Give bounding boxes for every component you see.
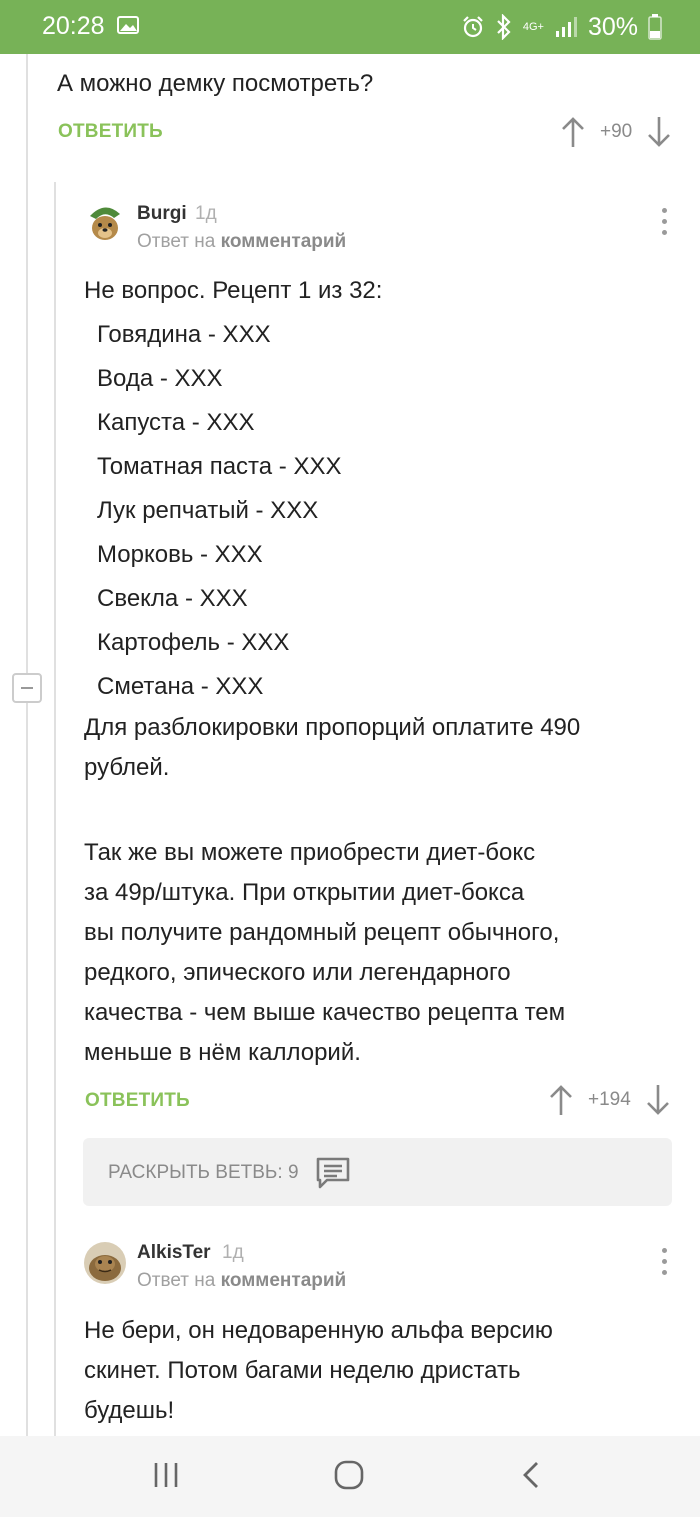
thread-line-inner (54, 182, 56, 1436)
vote-score: +90 (600, 121, 633, 142)
box-line: качества - чем выше качество рецепта тем (84, 999, 566, 1026)
network-type: 4G+ (522, 20, 544, 33)
box-line: за 49р/штука. При открытии диет-бокса (84, 879, 525, 906)
parent-comment-text: А можно демку посмотреть? (57, 70, 374, 97)
comment-line: скинет. Потом багами неделю дристать (84, 1357, 521, 1384)
collapse-thread-button[interactable] (12, 673, 42, 703)
comments-icon (316, 1157, 350, 1189)
box-line: редкого, эпического или легендарного (84, 959, 511, 986)
thread-line-outer-lower (26, 703, 28, 1436)
image-icon (117, 16, 139, 34)
comment-intro: Не вопрос. Рецепт 1 из 32: (84, 277, 383, 304)
reply-to-prefix: Ответ на (137, 231, 216, 252)
box-line: Так же вы можете приобрести диет-бокс (84, 839, 536, 866)
vote-controls: +194 (548, 1080, 671, 1120)
comment-author[interactable]: AlkisTer (137, 1242, 211, 1264)
unlock-line: рублей. (84, 754, 170, 781)
avatar[interactable] (84, 202, 126, 244)
more-options-icon[interactable] (660, 1248, 668, 1278)
box-line: вы получите рандомный рецепт обычного, (84, 919, 560, 946)
upvote-icon[interactable] (548, 1083, 574, 1117)
ingredient-item: Свекла - ХХХ (97, 585, 248, 612)
ingredient-item: Морковь - ХХХ (97, 541, 263, 568)
expand-branch-label: РАСКРЫТЬ ВЕТВЬ: 9 (108, 1162, 299, 1183)
home-icon[interactable] (334, 1460, 364, 1490)
reply-button[interactable]: ОТВЕТИТЬ (85, 1090, 190, 1112)
comment-author[interactable]: Burgi (137, 203, 187, 225)
ingredient-item: Картофель - ХХХ (97, 629, 290, 656)
ingredient-item: Говядина - ХХХ (97, 321, 271, 348)
avatar[interactable] (84, 1242, 126, 1284)
battery-icon (648, 14, 662, 40)
status-time: 20:28 (42, 12, 105, 40)
signal-icon (555, 17, 577, 37)
reply-to-prefix: Ответ на (137, 1270, 216, 1291)
alarm-icon (463, 16, 483, 38)
reply-button[interactable]: ОТВЕТИТЬ (58, 121, 163, 143)
reply-to-link[interactable]: комментарий (221, 231, 347, 252)
ingredient-item: Сметана - ХХХ (97, 673, 264, 700)
reply-to-link[interactable]: комментарий (221, 1270, 347, 1291)
ingredient-item: Капуста - ХХХ (97, 409, 255, 436)
comment-body: Не вопрос. Рецепт 1 из 32: Говядина - ХХ… (84, 269, 382, 709)
back-icon[interactable] (520, 1460, 542, 1490)
reply-to-line: Ответ на комментарий (137, 231, 346, 253)
comment-body: Не бери, он недоваренную альфа версию ск… (84, 1311, 553, 1431)
reply-to-line: Ответ на комментарий (137, 1270, 346, 1292)
unlock-line: Для разблокировки пропорций оплатите 490 (84, 714, 581, 741)
ingredient-item: Томатная паста - ХХХ (97, 453, 342, 480)
comment-line: будешь! (84, 1397, 175, 1424)
battery-percent: 30% (587, 12, 638, 41)
vote-score: +194 (588, 1089, 631, 1110)
more-options-icon[interactable] (660, 208, 668, 238)
status-bar: 20:28 4G+ 30% (0, 0, 700, 54)
comment-line: Не бери, он недоваренную альфа версию (84, 1317, 553, 1344)
ingredient-item: Лук репчатый - ХХХ (97, 497, 319, 524)
recent-apps-icon[interactable] (152, 1460, 180, 1490)
ingredient-item: Вода - ХХХ (97, 365, 223, 392)
bluetooth-icon (497, 14, 511, 40)
thread-line-outer (26, 54, 28, 673)
upvote-icon[interactable] (560, 115, 586, 149)
comment-age: 1д (195, 203, 217, 224)
downvote-icon[interactable] (646, 115, 672, 149)
vote-controls: +90 (560, 112, 672, 152)
box-line: меньше в нём каллорий. (84, 1039, 361, 1066)
comment-age: 1д (222, 1242, 244, 1263)
navigation-bar (0, 1436, 700, 1517)
expand-branch-button[interactable]: РАСКРЫТЬ ВЕТВЬ: 9 (83, 1138, 672, 1206)
downvote-icon[interactable] (645, 1083, 671, 1117)
unlock-paragraph: Для разблокировки пропорций оплатите 490… (84, 708, 580, 788)
box-paragraph: Так же вы можете приобрести диет-бокс за… (84, 833, 565, 1073)
